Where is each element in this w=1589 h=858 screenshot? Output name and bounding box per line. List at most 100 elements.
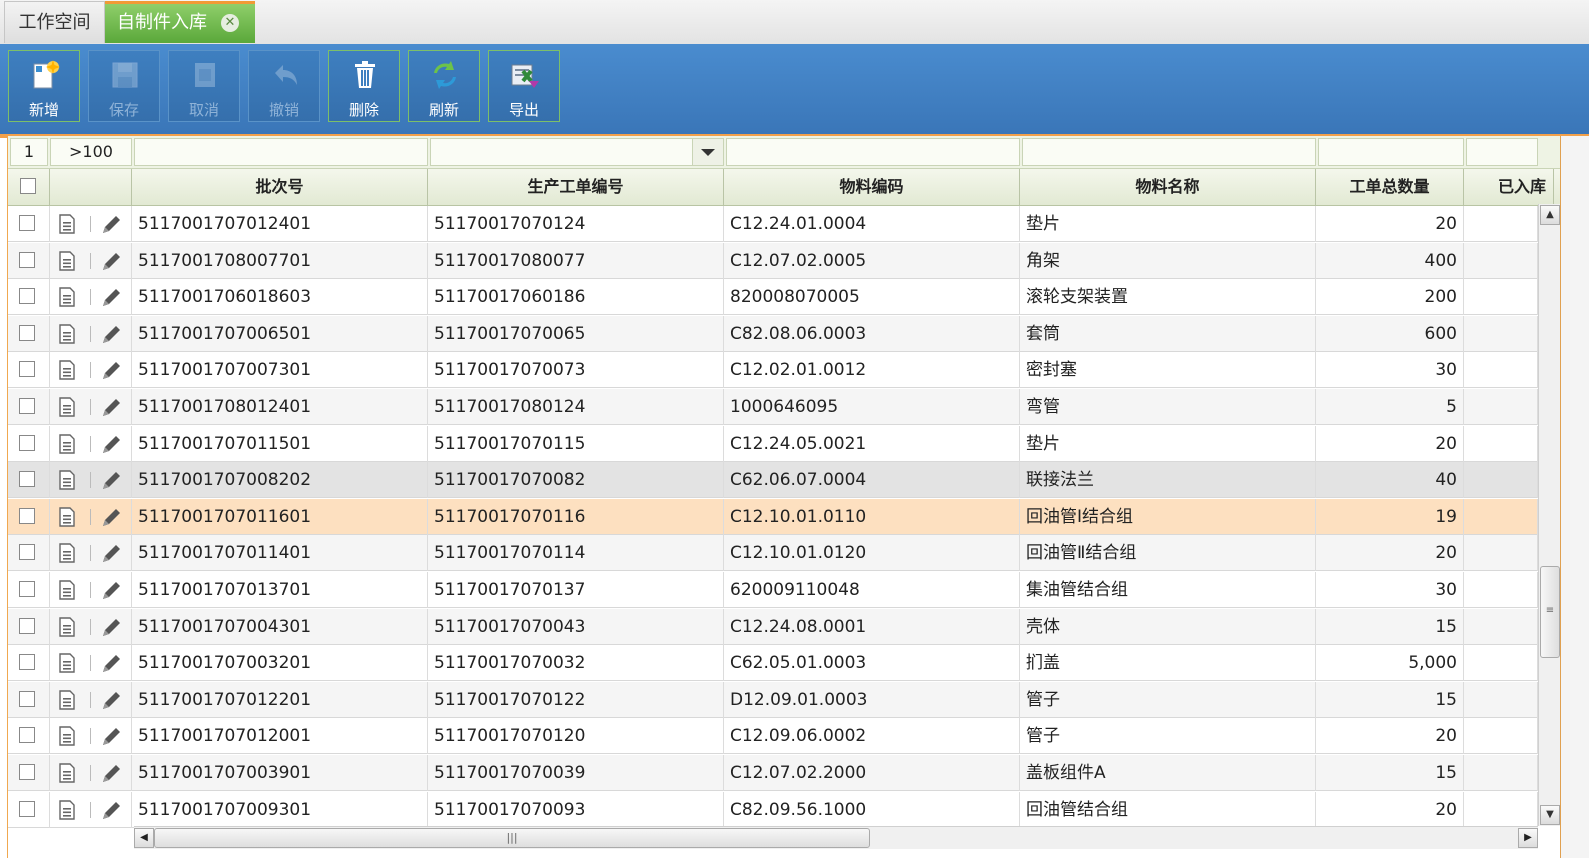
- table-row[interactable]: 5117001707011601 51170017070116 C12.10.01.…: [8, 498, 1538, 535]
- cell-qty[interactable]: 600: [1316, 315, 1464, 352]
- edit-pencil-icon[interactable]: [100, 617, 122, 639]
- cell-code[interactable]: 820008070005: [724, 279, 1020, 316]
- cell-code[interactable]: 620009110048: [724, 572, 1020, 608]
- cell-batch[interactable]: 5117001707011501: [132, 425, 428, 462]
- edit-pencil-icon[interactable]: [100, 726, 122, 748]
- cell-batch[interactable]: 5117001708012401: [132, 389, 428, 425]
- cell-order[interactable]: 51170017070120: [428, 718, 724, 755]
- cell-qty[interactable]: 200: [1316, 279, 1464, 316]
- cell-stocked[interactable]: [1464, 681, 1538, 718]
- select-all-checkbox[interactable]: [20, 178, 36, 194]
- cell-stocked[interactable]: [1464, 462, 1538, 499]
- cell-name[interactable]: 回油管Ⅰ结合组: [1020, 498, 1316, 535]
- table-row[interactable]: 5117001707011401 51170017070114 C12.10.01.…: [8, 535, 1538, 572]
- cell-qty[interactable]: 20: [1316, 791, 1464, 828]
- cell-order[interactable]: 51170017070065: [428, 315, 724, 352]
- cell-name[interactable]: 垫片: [1020, 425, 1316, 462]
- scroll-right-icon[interactable]: ▶: [1518, 828, 1538, 848]
- filter-qty[interactable]: [1318, 138, 1464, 166]
- detail-document-icon[interactable]: [58, 763, 76, 783]
- cell-batch[interactable]: 5117001707011401: [132, 535, 428, 572]
- detail-document-icon[interactable]: [58, 799, 76, 820]
- cell-qty[interactable]: 400: [1316, 242, 1464, 279]
- cell-name[interactable]: 集油管结合组: [1020, 572, 1316, 608]
- detail-document-icon[interactable]: [58, 287, 76, 307]
- table-row[interactable]: 5117001707012401 51170017070124 C12.24.01.…: [8, 206, 1538, 242]
- detail-document-icon[interactable]: [58, 433, 76, 454]
- edit-pencil-icon[interactable]: [100, 251, 122, 273]
- cell-stocked[interactable]: [1464, 315, 1538, 352]
- detail-document-icon[interactable]: [58, 580, 76, 600]
- cell-code[interactable]: C62.05.01.0003: [724, 645, 1020, 682]
- cell-stocked[interactable]: [1464, 755, 1538, 791]
- cell-batch[interactable]: 5117001707004301: [132, 608, 428, 645]
- cell-batch[interactable]: 5117001707003201: [132, 645, 428, 682]
- table-row[interactable]: 5117001708007701 51170017080077 C12.07.02.…: [8, 242, 1538, 279]
- header-name[interactable]: 物料名称: [1020, 169, 1316, 205]
- tab-self-made-inbound[interactable]: 自制件入库 ✕: [105, 1, 255, 43]
- cell-code[interactable]: C62.06.07.0004: [724, 462, 1020, 499]
- cell-qty[interactable]: 5,000: [1316, 645, 1464, 682]
- detail-document-icon[interactable]: [58, 653, 76, 673]
- header-qty[interactable]: 工单总数量: [1316, 169, 1464, 205]
- edit-pencil-icon[interactable]: [100, 470, 122, 492]
- edit-pencil-icon[interactable]: [100, 763, 122, 785]
- edit-pencil-icon[interactable]: [100, 287, 122, 309]
- cell-name[interactable]: 壳体: [1020, 608, 1316, 645]
- vertical-scroll-thumb[interactable]: ≡: [1540, 566, 1560, 658]
- cell-code[interactable]: C12.10.01.0110: [724, 498, 1020, 535]
- edit-pencil-icon[interactable]: [100, 653, 122, 675]
- cell-code[interactable]: C12.07.02.0005: [724, 242, 1020, 279]
- cell-order[interactable]: 51170017070043: [428, 608, 724, 645]
- cell-qty[interactable]: 15: [1316, 608, 1464, 645]
- cell-qty[interactable]: 30: [1316, 572, 1464, 608]
- cell-batch[interactable]: 5117001707012401: [132, 206, 428, 242]
- cell-order[interactable]: 51170017070116: [428, 498, 724, 535]
- cell-stocked[interactable]: [1464, 242, 1538, 279]
- cell-name[interactable]: 密封塞: [1020, 352, 1316, 389]
- cell-batch[interactable]: 5117001707008202: [132, 462, 428, 499]
- add-button[interactable]: 新增: [8, 50, 80, 122]
- cell-order[interactable]: 51170017070039: [428, 755, 724, 791]
- cell-qty[interactable]: 20: [1316, 535, 1464, 572]
- cell-batch[interactable]: 5117001706018603: [132, 279, 428, 316]
- edit-pencil-icon[interactable]: [100, 214, 122, 236]
- cell-name[interactable]: 滚轮支架装置: [1020, 279, 1316, 316]
- cell-code[interactable]: 1000646095: [724, 389, 1020, 425]
- page-number[interactable]: 1: [10, 138, 48, 166]
- edit-pencil-icon[interactable]: [100, 507, 122, 529]
- edit-pencil-icon[interactable]: [100, 800, 122, 822]
- cell-qty[interactable]: 20: [1316, 425, 1464, 462]
- horizontal-scrollbar[interactable]: ◀ ||| ▶: [134, 826, 1538, 849]
- save-button[interactable]: 保存: [88, 50, 160, 122]
- cell-qty[interactable]: 5: [1316, 389, 1464, 425]
- table-row[interactable]: 5117001707008202 51170017070082 C62.06.07.…: [8, 462, 1538, 499]
- cell-order[interactable]: 51170017080124: [428, 389, 724, 425]
- cell-stocked[interactable]: [1464, 535, 1538, 572]
- cell-code[interactable]: C12.09.06.0002: [724, 718, 1020, 755]
- edit-pencil-icon[interactable]: [100, 434, 122, 456]
- cell-order[interactable]: 51170017080077: [428, 242, 724, 279]
- cell-name[interactable]: 盖板组件A: [1020, 755, 1316, 791]
- cell-stocked[interactable]: [1464, 608, 1538, 645]
- cell-qty[interactable]: 40: [1316, 462, 1464, 499]
- cell-stocked[interactable]: [1464, 718, 1538, 755]
- cell-code[interactable]: C12.24.08.0001: [724, 608, 1020, 645]
- cancel-button[interactable]: 取消: [168, 50, 240, 122]
- cell-batch[interactable]: 5117001707009301: [132, 791, 428, 828]
- delete-button[interactable]: 删除: [328, 50, 400, 122]
- cell-code[interactable]: C12.10.01.0120: [724, 535, 1020, 572]
- cell-qty[interactable]: 20: [1316, 718, 1464, 755]
- cell-batch[interactable]: 5117001708007701: [132, 242, 428, 279]
- filter-batch[interactable]: [134, 138, 428, 166]
- table-row[interactable]: 5117001707003901 51170017070039 C12.07.02.…: [8, 755, 1538, 791]
- detail-document-icon[interactable]: [58, 250, 76, 271]
- cell-order[interactable]: 51170017070115: [428, 425, 724, 462]
- cell-batch[interactable]: 5117001707012201: [132, 681, 428, 718]
- tab-workspace[interactable]: 工作空间: [4, 1, 105, 43]
- cell-code[interactable]: C82.08.06.0003: [724, 315, 1020, 352]
- cell-code[interactable]: C82.09.56.1000: [724, 791, 1020, 828]
- cell-stocked[interactable]: [1464, 791, 1538, 828]
- cell-name[interactable]: 套筒: [1020, 315, 1316, 352]
- detail-document-icon[interactable]: [58, 470, 76, 490]
